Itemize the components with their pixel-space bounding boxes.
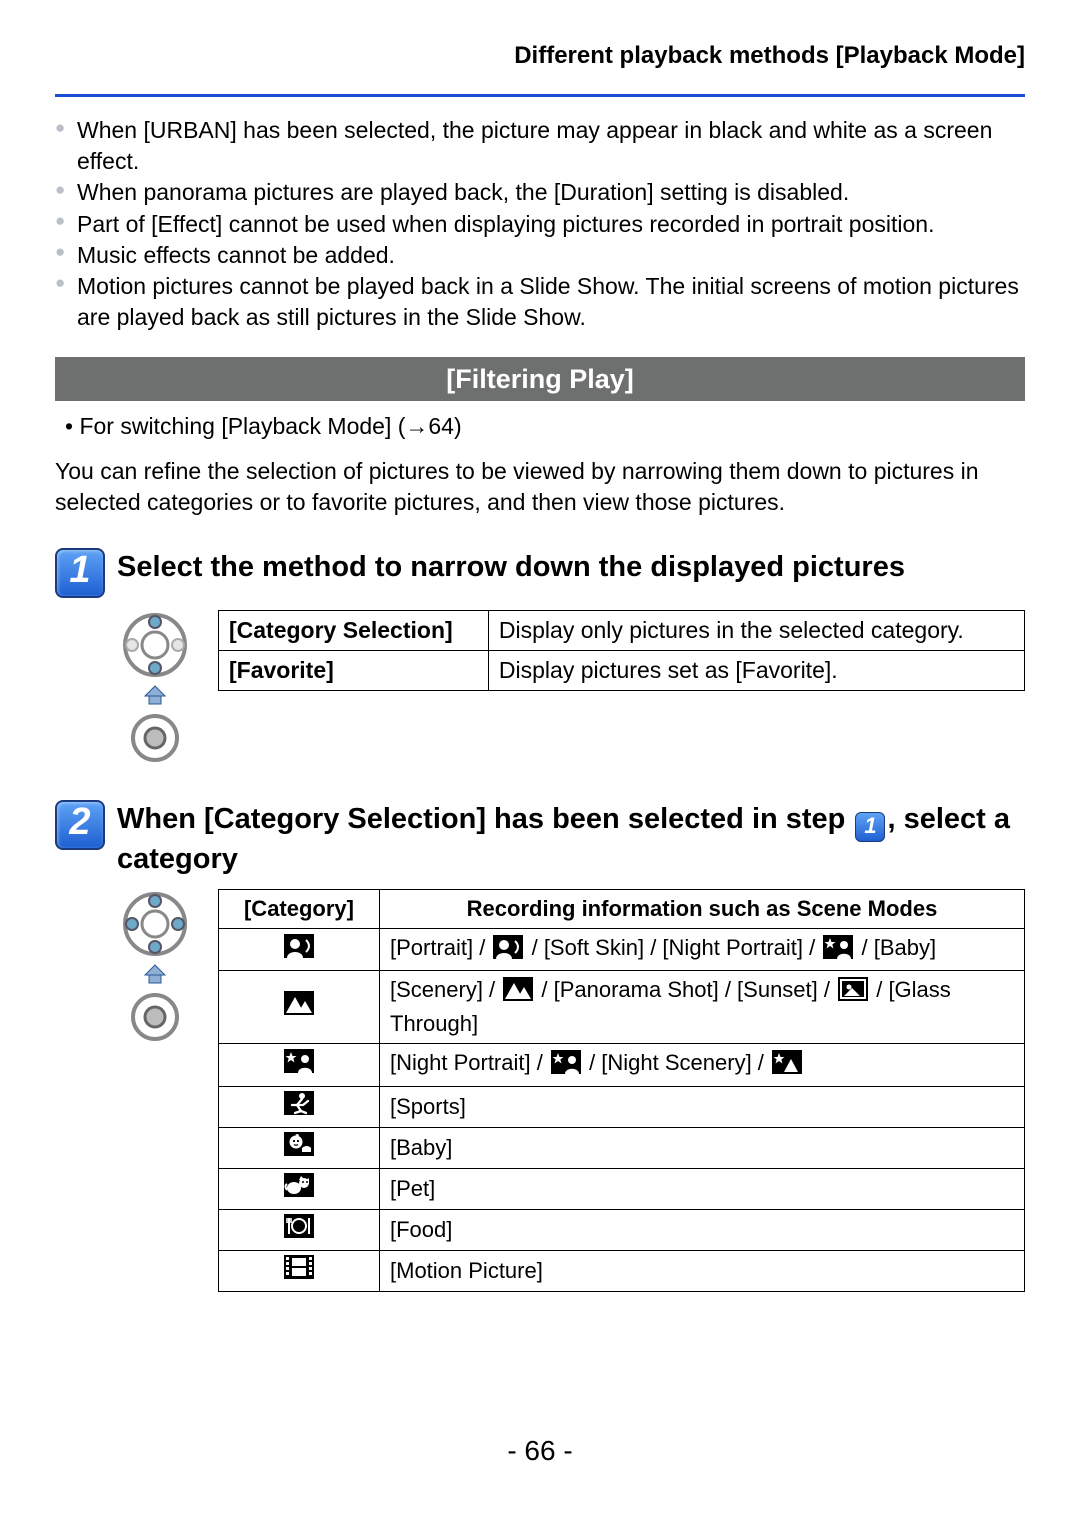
baby-icon: [284, 1132, 314, 1164]
navpad-all-icon: [115, 889, 200, 1049]
night-portrait-icon: [284, 1049, 314, 1081]
category-icon-cell: [219, 1127, 380, 1168]
step-1-badge: 1: [55, 548, 105, 598]
category-icon-cell: [219, 971, 380, 1043]
category-desc: [Night Portrait] / / [Night Scenery] /: [380, 1043, 1025, 1086]
method-label: [Category Selection]: [219, 611, 489, 651]
table-row: [Baby]: [219, 1127, 1025, 1168]
portrait-icon: [284, 934, 314, 966]
food-icon: [284, 1214, 314, 1246]
method-desc: Display only pictures in the selected ca…: [488, 611, 1024, 651]
category-desc: [Sports]: [380, 1086, 1025, 1127]
table-row: [Category Selection]Display only picture…: [219, 611, 1025, 651]
sunset-icon: [838, 977, 868, 1009]
table-row: [Food]: [219, 1209, 1025, 1250]
table-row: [Scenery] / / [Panorama Shot] / [Sunset]…: [219, 971, 1025, 1043]
step-1-title: Select the method to narrow down the dis…: [117, 548, 905, 585]
category-table: [Category] Recording information such as…: [218, 889, 1025, 1292]
category-icon-cell: [219, 1043, 380, 1086]
scenery-icon: [284, 991, 314, 1023]
notes-item: Motion pictures cannot be played back in…: [55, 271, 1025, 333]
step-2-title: When [Category Selection] has been selec…: [117, 800, 1025, 877]
page-number: - 66 -: [55, 1432, 1025, 1470]
table-row: [Favorite]Display pictures set as [Favor…: [219, 651, 1025, 691]
table-row: [Pet]: [219, 1168, 1025, 1209]
method-desc: Display pictures set as [Favorite].: [488, 651, 1024, 691]
table-row: [Night Portrait] / / [Night Scenery] /: [219, 1043, 1025, 1086]
step-ref-1-badge: 1: [855, 812, 885, 842]
pet-icon: [284, 1173, 314, 1205]
category-col-header: [Category]: [219, 890, 380, 929]
night-portrait-icon: [823, 935, 853, 967]
motion-icon: [284, 1255, 314, 1287]
navpad-updown-icon: [115, 610, 200, 770]
table-row: [Sports]: [219, 1086, 1025, 1127]
night-portrait-icon: [551, 1050, 581, 1082]
scenery-icon: [503, 977, 533, 1009]
sports-icon: [284, 1091, 314, 1123]
playback-mode-ref: • For switching [Playback Mode] (→64): [65, 411, 1025, 442]
notes-item: Music effects cannot be added.: [55, 240, 1025, 271]
table-row: [Motion Picture]: [219, 1250, 1025, 1291]
step-1-table: [Category Selection]Display only picture…: [218, 610, 1025, 691]
category-desc: [Scenery] / / [Panorama Shot] / [Sunset]…: [380, 971, 1025, 1043]
category-desc: [Portrait] / / [Soft Skin] / [Night Port…: [380, 928, 1025, 971]
category-desc: [Baby]: [380, 1127, 1025, 1168]
category-icon-cell: [219, 1168, 380, 1209]
notes-item: When [URBAN] has been selected, the pict…: [55, 115, 1025, 177]
category-icon-cell: [219, 1209, 380, 1250]
category-desc: [Food]: [380, 1209, 1025, 1250]
notes-item: Part of [Effect] cannot be used when dis…: [55, 209, 1025, 240]
category-icon-cell: [219, 1086, 380, 1127]
step-2-badge: 2: [55, 800, 105, 850]
notes-list: When [URBAN] has been selected, the pict…: [55, 115, 1025, 342]
header-rule: [55, 94, 1025, 97]
notes-item: When panorama pictures are played back, …: [55, 177, 1025, 208]
portrait-icon: [493, 935, 523, 967]
category-desc: [Motion Picture]: [380, 1250, 1025, 1291]
page-header: Different playback methods [Playback Mod…: [55, 40, 1025, 80]
section-title: [Filtering Play]: [55, 357, 1025, 401]
category-desc: [Pet]: [380, 1168, 1025, 1209]
category-icon-cell: [219, 1250, 380, 1291]
step-2-title-pre: When [Category Selection] has been selec…: [117, 803, 853, 835]
recording-info-col-header: Recording information such as Scene Mode…: [380, 890, 1025, 929]
category-icon-cell: [219, 928, 380, 971]
table-row: [Portrait] / / [Soft Skin] / [Night Port…: [219, 928, 1025, 971]
night-scenery-icon: [772, 1050, 802, 1082]
intro-paragraph: You can refine the selection of pictures…: [55, 456, 1025, 518]
method-label: [Favorite]: [219, 651, 489, 691]
